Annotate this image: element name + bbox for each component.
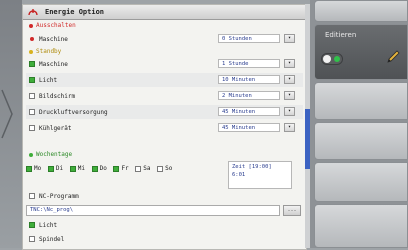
checkbox[interactable] [29, 236, 35, 242]
day-label: So [165, 165, 173, 172]
yellow-dot-icon [29, 49, 33, 54]
day-mo[interactable]: Mo [26, 165, 41, 172]
time-value: 6:01 [232, 172, 246, 178]
row-label: Maschine [39, 36, 68, 43]
section-label: Standby [36, 48, 62, 55]
softkey-4[interactable] [314, 122, 408, 160]
weekday-selector: Mo Di Mi Do Fr Sa So [26, 165, 226, 175]
day-label: Sa [143, 165, 151, 172]
section-standby: Standby [29, 48, 61, 55]
day-so[interactable]: So [157, 165, 172, 172]
row-label: Bildschirm [39, 93, 76, 100]
checkbox[interactable] [135, 165, 142, 172]
row-label: Maschine [39, 61, 68, 68]
row-label: Druckluftversorgung [39, 109, 108, 116]
softkey-5[interactable] [314, 162, 408, 202]
edit-label: Editieren [325, 31, 357, 39]
section-label: Wochentage [36, 151, 73, 158]
checkbox[interactable] [113, 165, 120, 172]
checkbox[interactable] [157, 165, 164, 172]
energy-option-dialog: Energie Option Ausschalten Maschine 0 St… [22, 4, 307, 250]
title-bar: Energie Option [23, 5, 306, 20]
day-sa[interactable]: Sa [135, 165, 151, 172]
day-label: Di [55, 165, 64, 172]
value-field[interactable]: 0 Stunden [218, 34, 280, 43]
checkbox[interactable] [29, 109, 35, 115]
left-strip [0, 0, 22, 248]
time-field[interactable]: Zeit [19:00] 6:01 [228, 161, 292, 189]
checkbox[interactable] [29, 61, 35, 67]
row-bottom-licht[interactable]: Licht [26, 220, 303, 230]
edit-toggle[interactable] [321, 53, 343, 65]
dropdown-button[interactable]: ▾ [284, 59, 295, 68]
status-led-icon [334, 56, 340, 62]
nc-path-input[interactable]: TNC:\Nc_prog\ [26, 205, 280, 216]
dropdown-button[interactable]: ▾ [284, 75, 295, 84]
row-bottom-spindel[interactable]: Spindel [26, 234, 303, 244]
day-label: Mo [34, 165, 42, 172]
pencil-icon [387, 50, 400, 63]
section-wochentage: Wochentage [29, 151, 72, 158]
value-field[interactable]: 45 Minuten [218, 107, 280, 116]
row-bildschirm[interactable]: Bildschirm 2 Minuten ▾ [26, 89, 303, 103]
green-dot-icon [29, 152, 33, 157]
row-label: Licht [39, 77, 58, 84]
checkbox[interactable] [29, 125, 35, 131]
softkey-1[interactable] [314, 0, 408, 22]
row-druckluft[interactable]: Druckluftversorgung 45 Minuten ▾ [26, 105, 303, 119]
row-licht[interactable]: Licht 10 Minuten ▾ [26, 73, 303, 87]
day-fr[interactable]: Fr [113, 165, 129, 172]
row-nc-program[interactable]: NC-Programm [26, 191, 303, 201]
section-label: Ausschalten [36, 22, 76, 29]
value-field[interactable]: 1 Stunde [218, 59, 280, 68]
day-label: Do [99, 165, 107, 172]
value-field[interactable]: 10 Minuten [218, 75, 280, 84]
day-di[interactable]: Di [47, 165, 64, 172]
day-mi[interactable]: Mi [69, 165, 85, 172]
checkbox[interactable] [29, 222, 35, 228]
energy-icon [28, 9, 38, 16]
day-label: Fr [121, 165, 129, 172]
section-ausschalten: Ausschalten [29, 22, 76, 29]
day-label: Mi [77, 165, 85, 172]
softkey-edit[interactable]: Editieren [314, 24, 408, 80]
row-label: Spindel [39, 236, 65, 243]
dropdown-button[interactable]: ▾ [284, 91, 295, 100]
softkey-sidebar: Editieren [310, 0, 408, 248]
value-field[interactable]: 2 Minuten [218, 91, 280, 100]
browse-button[interactable]: ... [283, 205, 301, 216]
row-ausschalten-maschine: Maschine 0 Stunden ▾ [26, 32, 303, 46]
time-label: Zeit [19:00] [232, 164, 272, 170]
red-dot-icon [29, 23, 33, 28]
dialog-title: Energie Option [45, 8, 105, 16]
checkbox[interactable] [29, 93, 35, 99]
checkbox[interactable] [29, 193, 35, 199]
row-label: Kühlgerät [39, 125, 72, 132]
value-field[interactable]: 45 Minuten [218, 123, 280, 132]
softkey-3[interactable] [314, 82, 408, 120]
checkbox[interactable] [29, 77, 35, 83]
red-dot-icon [30, 37, 34, 41]
checkbox[interactable] [69, 165, 76, 172]
row-label: NC-Programm [39, 193, 79, 200]
softkey-6[interactable] [314, 204, 408, 248]
row-kuehlgeraet[interactable]: Kühlgerät 45 Minuten ▾ [26, 121, 303, 135]
day-do[interactable]: Do [91, 165, 107, 172]
row-label: Licht [39, 222, 58, 229]
dropdown-button[interactable]: ▾ [284, 107, 295, 116]
checkbox[interactable] [26, 165, 32, 172]
checkbox[interactable] [91, 165, 98, 172]
dropdown-button[interactable]: ▾ [284, 34, 295, 43]
toggle-knob [323, 55, 331, 63]
row-standby-maschine[interactable]: Maschine 1 Stunde ▾ [26, 57, 303, 71]
chevron-right-icon[interactable] [0, 88, 14, 140]
checkbox[interactable] [47, 165, 54, 172]
dropdown-button[interactable]: ▾ [284, 123, 295, 132]
